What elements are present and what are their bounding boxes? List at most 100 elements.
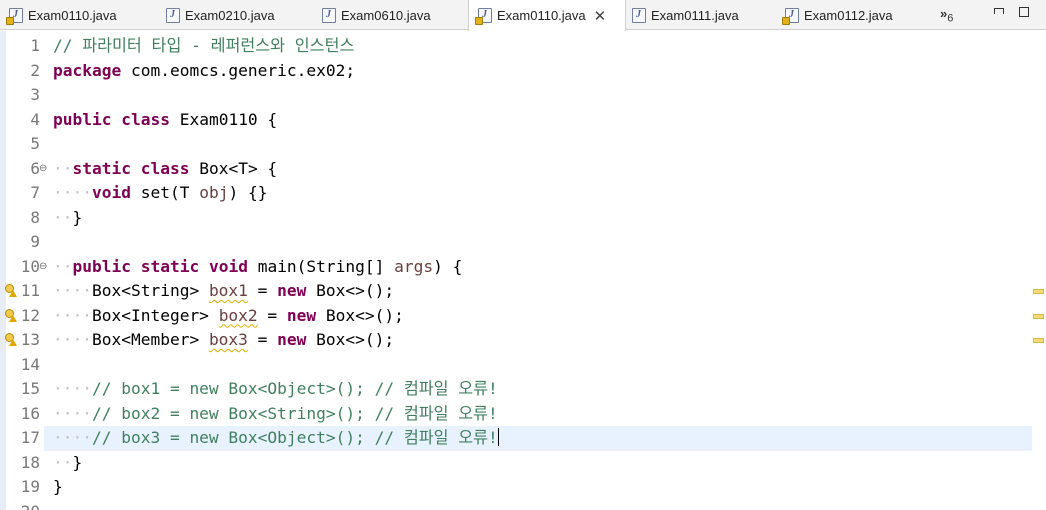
- overview-warning-marker[interactable]: [1033, 338, 1044, 343]
- maximize-icon[interactable]: [1019, 7, 1029, 17]
- code-line[interactable]: 5: [0, 132, 1046, 157]
- code-line[interactable]: 9: [0, 230, 1046, 255]
- code-line[interactable]: 13 ····Box<Member> box3 = new Box<>();: [0, 328, 1046, 353]
- whitespace-marker: ····: [53, 330, 92, 349]
- code-text: // 파라미터 타입 - 레퍼런스와 인스턴스: [53, 34, 354, 59]
- line-number: 4: [30, 109, 40, 129]
- code-token: Box<Member>: [91, 330, 209, 349]
- code-line[interactable]: 2 package com.eomcs.generic.ex02;: [0, 59, 1046, 84]
- keyword-token: public: [53, 109, 112, 129]
- editor-tab[interactable]: J Exam0610.java: [322, 0, 431, 30]
- tab-label: Exam0112.java: [804, 7, 893, 23]
- keyword-token: new: [277, 330, 307, 349]
- keyword-token: class: [121, 109, 170, 129]
- editor-tab[interactable]: J Exam0112.java: [782, 0, 893, 30]
- editor-tab[interactable]: J Exam0110.java: [6, 0, 117, 30]
- code-line[interactable]: 4 public class Exam0110 {: [0, 108, 1046, 133]
- fold-collapse-icon[interactable]: ⊖: [39, 157, 47, 182]
- code-line[interactable]: 12 ····Box<Integer> box2 = new Box<>();: [0, 304, 1046, 329]
- whitespace-marker: ····: [53, 403, 92, 423]
- editor-tab-active[interactable]: J Exam0110.java ✕: [468, 0, 626, 31]
- line-number: 17: [20, 428, 40, 447]
- code-line[interactable]: 19}: [0, 475, 1046, 500]
- code-token: }: [53, 477, 63, 496]
- line-number: 20: [6, 500, 40, 510]
- editor-tab[interactable]: J Exam0111.java: [632, 0, 739, 30]
- code-line[interactable]: 7 ····void set(T obj) {}: [0, 181, 1046, 206]
- code-line[interactable]: 6 ⊖ ··static class Box<T> {: [0, 157, 1046, 182]
- line-number: 8: [30, 207, 40, 227]
- code-editor[interactable]: 1 // 파라미터 타입 - 레퍼런스와 인스턴스 2 package com.eom…: [0, 31, 1046, 510]
- code-line[interactable]: 18 ··}: [0, 451, 1046, 476]
- comment-token: // box2 = new Box<String>(); // 컴파일 오류!: [91, 403, 498, 423]
- code-text: public class Exam0110 {: [53, 108, 277, 133]
- java-file-icon: J: [6, 7, 23, 25]
- code-token: main(String[]: [247, 256, 395, 276]
- fold-collapse-icon[interactable]: ⊖: [39, 255, 47, 280]
- code-token: =: [257, 305, 287, 325]
- tab-label: Exam0111.java: [651, 7, 739, 23]
- java-file-icon: J: [166, 7, 180, 23]
- code-line[interactable]: 20: [0, 500, 1046, 510]
- whitespace-marker: ····: [53, 281, 92, 300]
- line-number: 3: [30, 85, 40, 104]
- line-number: 10: [20, 256, 40, 276]
- keyword-token: void: [208, 256, 248, 276]
- tab-overflow-button[interactable]: »6: [940, 6, 953, 25]
- overview-warning-marker[interactable]: [1033, 289, 1044, 294]
- code-token: }: [72, 452, 83, 472]
- whitespace-marker: ··: [53, 452, 73, 472]
- tab-label: Exam0110.java: [28, 7, 117, 23]
- variable-token: box2: [218, 305, 258, 325]
- java-file-icon: J: [322, 7, 336, 23]
- code-line[interactable]: 8 ··}: [0, 206, 1046, 231]
- code-text: ··}: [53, 206, 82, 231]
- code-text: ····Box<String> box1 = new Box<>();: [53, 279, 394, 304]
- close-tab-icon[interactable]: ✕: [594, 7, 607, 25]
- code-token: Exam0110 {: [169, 109, 278, 129]
- editor-tab-bar: J Exam0110.java J Exam0210.java J Exam06…: [0, 0, 1046, 31]
- keyword-token: package: [53, 60, 122, 80]
- code-line[interactable]: 10 ⊖ ··public static void main(String[] ar…: [0, 255, 1046, 280]
- code-text: }: [53, 475, 63, 500]
- code-line[interactable]: 11 ····Box<String> box1 = new Box<>();: [0, 279, 1046, 304]
- code-token: Box<Integer>: [91, 305, 219, 325]
- code-line[interactable]: 16 ····// box2 = new Box<String>(); // 컴파…: [0, 402, 1046, 427]
- line-number: 18: [20, 452, 40, 472]
- line-number: 19: [20, 477, 40, 496]
- code-token: =: [247, 330, 278, 349]
- code-line[interactable]: 1 // 파라미터 타입 - 레퍼런스와 인스턴스: [0, 34, 1046, 59]
- minimize-icon[interactable]: [994, 8, 1004, 14]
- line-number: 1: [30, 36, 40, 55]
- code-line[interactable]: 3: [0, 83, 1046, 108]
- code-line[interactable]: 17 ····// box3 = new Box<Object>(); // 컴파…: [0, 426, 1046, 451]
- tab-label: Exam0210.java: [185, 7, 275, 23]
- overview-warning-marker[interactable]: [1033, 313, 1044, 319]
- code-line[interactable]: 15 ····// box1 = new Box<Object>(); // 컴파…: [0, 377, 1046, 402]
- code-line[interactable]: 14: [0, 353, 1046, 378]
- code-token: set(T: [130, 183, 200, 202]
- text-cursor: [497, 428, 500, 446]
- line-number: 2: [30, 60, 40, 80]
- comment-token: // box1 = new Box<Object>(); // 컴파일 오류!: [91, 379, 498, 398]
- java-file-icon: J: [782, 7, 799, 25]
- whitespace-marker: ····: [53, 379, 92, 398]
- keyword-token: public: [72, 256, 131, 276]
- line-number: 9: [30, 232, 40, 251]
- code-text: ····void set(T obj) {}: [53, 181, 267, 206]
- quick-fix-warning-icon[interactable]: [5, 308, 17, 323]
- quick-fix-warning-icon[interactable]: [5, 333, 17, 347]
- code-text: ····Box<Integer> box2 = new Box<>();: [53, 304, 404, 329]
- variable-token: args: [394, 256, 434, 276]
- editor-tab[interactable]: J Exam0210.java: [166, 0, 275, 30]
- code-token: Box<String>: [91, 281, 209, 300]
- whitespace-marker: ··: [53, 207, 73, 227]
- line-number: 5: [30, 134, 40, 153]
- code-token: ) {}: [228, 183, 268, 202]
- code-token: =: [247, 281, 278, 300]
- quick-fix-warning-icon[interactable]: [5, 284, 17, 298]
- java-file-icon: J: [632, 7, 646, 23]
- variable-token: obj: [199, 183, 229, 202]
